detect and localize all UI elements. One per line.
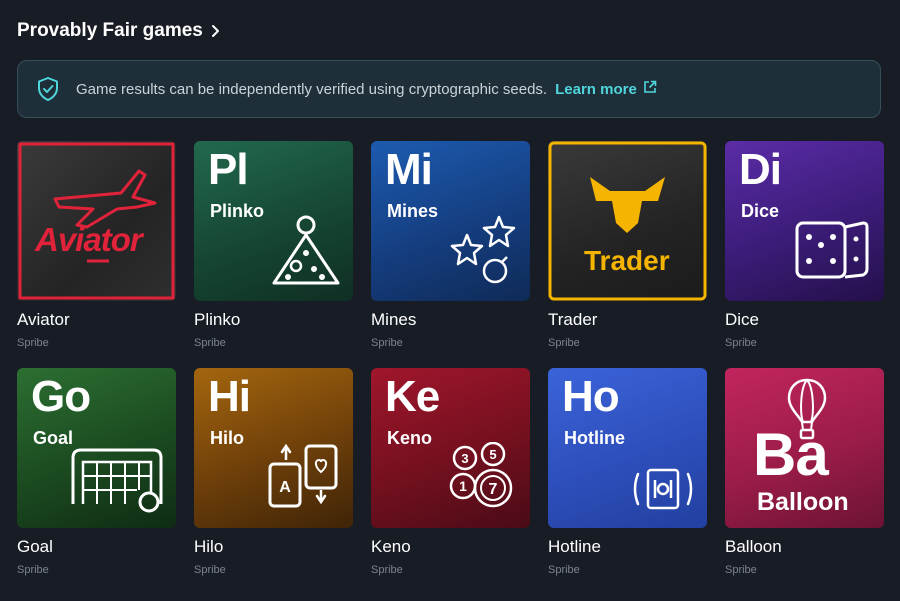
- keno-ball-number: 7: [489, 481, 498, 498]
- game-tile-hotline[interactable]: Ho Hotline: [548, 368, 707, 528]
- game-title[interactable]: Trader: [548, 310, 597, 330]
- external-link-icon[interactable]: [643, 80, 657, 98]
- game-title[interactable]: Mines: [371, 310, 416, 330]
- game-provider: Spribe: [371, 337, 403, 349]
- game-card-hilo[interactable]: Hi Hilo A Hilo Spribe: [194, 368, 353, 576]
- game-provider: Spribe: [548, 564, 580, 576]
- game-tile-dice[interactable]: Di Dice: [725, 141, 884, 301]
- aviator-logo-text: Aviator: [35, 221, 143, 258]
- game-title[interactable]: Hotline: [548, 537, 601, 557]
- tile-game-name: Hotline: [564, 428, 625, 448]
- tile-abbreviation: Go: [31, 372, 91, 421]
- keno-balls-icon: 3 5 1 7: [449, 442, 513, 508]
- game-tile-trader[interactable]: Trader: [548, 141, 707, 301]
- plinko-pyramid-icon: [272, 215, 340, 285]
- stars-bomb-icon: [450, 215, 516, 284]
- game-tile-balloon[interactable]: Ba Balloon: [725, 368, 884, 528]
- game-card-aviator[interactable]: Aviator Aviator Spribe: [17, 141, 176, 349]
- game-provider: Spribe: [194, 337, 226, 349]
- game-card-mines[interactable]: Mi Mines Mines Spribe: [371, 141, 530, 349]
- game-provider: Spribe: [17, 337, 49, 349]
- shield-check-icon: [36, 76, 60, 102]
- learn-more-link[interactable]: Learn more: [555, 80, 657, 98]
- game-provider: Spribe: [194, 564, 226, 576]
- game-tile-keno[interactable]: Ke Keno 3 5 1 7: [371, 368, 530, 528]
- tile-game-name: Mines: [387, 201, 439, 221]
- game-title[interactable]: Goal: [17, 537, 53, 557]
- game-card-goal[interactable]: Go Goal Goal Spribe: [17, 368, 176, 576]
- section-header[interactable]: Provably Fair games: [17, 20, 221, 42]
- tile-abbreviation: Di: [739, 145, 782, 194]
- hilo-card-letter: A: [279, 479, 291, 496]
- tile-abbreviation: Ke: [385, 372, 440, 421]
- game-provider: Spribe: [548, 337, 580, 349]
- game-title[interactable]: Plinko: [194, 310, 240, 330]
- tile-game-name: Keno: [387, 428, 432, 448]
- keno-ball-number: 3: [461, 451, 468, 466]
- keno-ball-number: 1: [459, 478, 467, 494]
- game-title[interactable]: Aviator: [17, 310, 70, 330]
- tile-abbreviation: Hi: [208, 372, 251, 421]
- learn-more-label[interactable]: Learn more: [555, 81, 637, 98]
- game-title[interactable]: Balloon: [725, 537, 782, 557]
- game-title[interactable]: Hilo: [194, 537, 223, 557]
- hilo-cards-icon: A: [268, 443, 338, 508]
- tile-abbreviation: Mi: [385, 145, 433, 194]
- tile-abbreviation: Pl: [208, 145, 249, 194]
- game-card-keno[interactable]: Ke Keno 3 5 1 7 Keno Spribe: [371, 368, 530, 576]
- game-tile-plinko[interactable]: Pl Plinko: [194, 141, 353, 301]
- game-card-balloon[interactable]: Ba Balloon Balloon Spribe: [725, 368, 884, 576]
- tile-game-name: Balloon: [757, 488, 849, 516]
- tile-abbreviation: Ba: [753, 421, 829, 488]
- trader-bull-icon: [548, 141, 707, 301]
- game-provider: Spribe: [725, 337, 757, 349]
- game-card-trader[interactable]: Trader Trader Spribe: [548, 141, 707, 349]
- tile-game-name: Hilo: [210, 428, 244, 448]
- game-provider: Spribe: [17, 564, 49, 576]
- game-card-dice[interactable]: Di Dice Dice Spribe: [725, 141, 884, 349]
- tile-game-name: Plinko: [210, 201, 265, 221]
- game-tile-aviator[interactable]: Aviator: [17, 141, 176, 301]
- game-tile-hilo[interactable]: Hi Hilo A: [194, 368, 353, 528]
- game-tile-mines[interactable]: Mi Mines: [371, 141, 530, 301]
- tile-abbreviation: Ho: [562, 372, 620, 421]
- game-card-hotline[interactable]: Ho Hotline Hotline Spribe: [548, 368, 707, 576]
- provably-fair-banner: Game results can be independently verifi…: [17, 60, 881, 118]
- game-title[interactable]: Dice: [725, 310, 759, 330]
- game-tile-goal[interactable]: Go Goal: [17, 368, 176, 528]
- game-provider: Spribe: [725, 564, 757, 576]
- trader-logo-text: Trader: [584, 245, 670, 276]
- keno-ball-number: 5: [489, 447, 496, 462]
- hotline-slot-icon: [633, 468, 693, 510]
- chevron-right-icon[interactable]: [211, 24, 221, 38]
- games-grid: Aviator Aviator Spribe Pl Plinko Plinko …: [17, 141, 884, 576]
- game-title[interactable]: Keno: [371, 537, 411, 557]
- game-provider: Spribe: [371, 564, 403, 576]
- goal-net-icon: [71, 448, 163, 513]
- tile-game-name: Dice: [741, 201, 780, 221]
- dice-icon: [795, 221, 869, 279]
- banner-message: Game results can be independently verifi…: [76, 80, 548, 98]
- section-title[interactable]: Provably Fair games: [17, 20, 203, 42]
- game-card-plinko[interactable]: Pl Plinko Plinko Spribe: [194, 141, 353, 349]
